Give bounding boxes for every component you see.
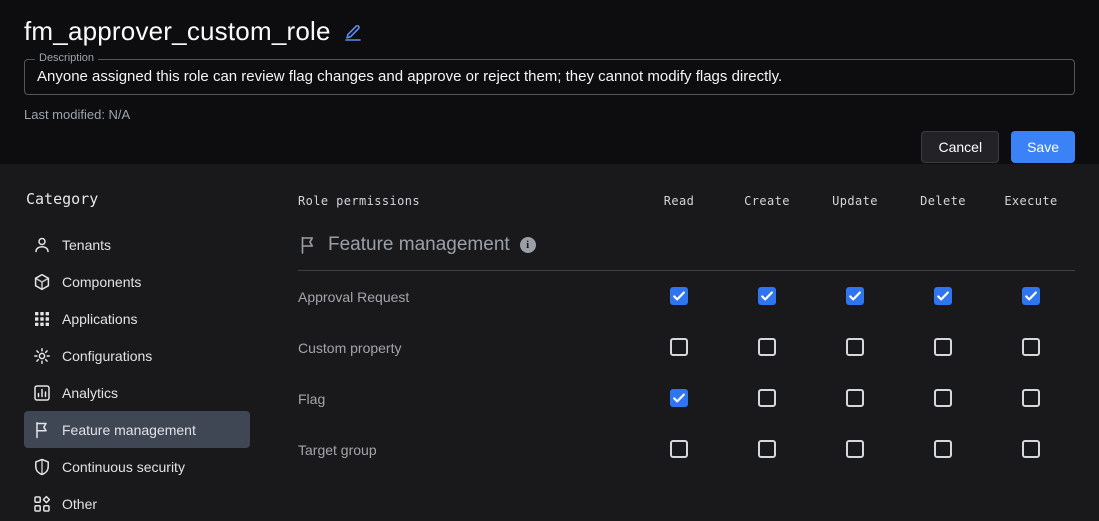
approval-request-delete-checkbox[interactable] [934,287,952,306]
sidebar-item-label: Tenants [62,236,112,253]
page-title: fm_approver_custom_role [24,15,331,46]
target-group-execute-checkbox[interactable] [1022,440,1040,459]
permission-cell [811,338,899,357]
permissions-table: Role permissions Read Create Update Delete E… [298,180,1075,521]
sidebar-item-configurations[interactable]: Configurations [24,337,250,374]
custom-property-update-checkbox[interactable] [846,338,864,357]
permission-cell [987,440,1075,459]
sidebar-item-label: Analytics [62,384,119,401]
flag-icon [298,235,318,255]
cancel-button[interactable]: Cancel [921,131,1000,163]
sidebar-item-label: Feature management [62,421,196,438]
permission-cell [635,389,723,408]
target-group-create-checkbox[interactable] [758,440,776,459]
category-sidebar: Category Tenants Components Applications Co… [24,180,250,521]
permissions-header-row: Role permissions Read Create Update Delete E… [298,194,1075,208]
permission-cell [723,287,811,306]
last-modified-text: Last modified: N/A [24,107,131,122]
person-icon [33,236,51,254]
permission-row-label: Target group [298,441,377,458]
permission-row-label: Flag [298,390,326,407]
sidebar-item-label: Configurations [62,347,153,364]
sidebar-item-feature-management[interactable]: Feature management [24,411,250,448]
gear-icon [33,347,51,365]
category-heading: Category [26,190,99,208]
permission-cell [811,287,899,306]
sidebar-item-label: Continuous security [62,458,185,475]
sidebar-item-continuous-security[interactable]: Continuous security [24,448,250,485]
permission-cell [811,389,899,408]
column-header-delete: Delete [920,194,966,208]
sidebar-item-analytics[interactable]: Analytics [24,374,250,411]
custom-property-execute-checkbox[interactable] [1022,338,1040,357]
permission-row-label: Approval Request [298,288,410,305]
flag-read-checkbox[interactable] [670,389,688,408]
column-header-execute: Execute [1004,194,1058,208]
permission-cell [635,338,723,357]
approval-request-create-checkbox[interactable] [758,287,776,306]
sidebar-item-applications[interactable]: Applications [24,300,250,337]
flag-create-checkbox[interactable] [758,389,776,408]
permission-cell [987,389,1075,408]
column-header-update: Update [832,194,878,208]
permission-cell [899,338,987,357]
permission-cell [723,338,811,357]
custom-property-read-checkbox[interactable] [670,338,688,357]
custom-property-create-checkbox[interactable] [758,338,776,357]
permission-row-target-group: Target group [298,424,1075,475]
column-header-read: Read [663,194,695,208]
approval-request-execute-checkbox[interactable] [1022,287,1040,306]
analytics-icon [33,384,51,402]
permission-cell [899,389,987,408]
sidebar-item-tenants[interactable]: Tenants [24,226,250,263]
permission-row-flag: Flag [298,373,1075,424]
section-title: Feature management [328,234,510,255]
permission-cell [899,287,987,306]
flag-delete-checkbox[interactable] [934,389,952,408]
target-group-update-checkbox[interactable] [846,440,864,459]
save-button[interactable]: Save [1011,131,1075,163]
flag-icon [33,421,51,439]
permission-cell [635,287,723,306]
section-title-row: Feature management i [298,234,1075,256]
approval-request-update-checkbox[interactable] [846,287,864,306]
main-content: Category Tenants Components Applications Co… [0,164,1099,521]
sidebar-item-label: Other [62,495,98,512]
permission-cell [723,389,811,408]
target-group-delete-checkbox[interactable] [934,440,952,459]
flag-update-checkbox[interactable] [846,389,864,408]
description-label: Description [35,52,99,64]
target-group-read-checkbox[interactable] [670,440,688,459]
permission-row-approval-request: Approval Request [298,271,1075,322]
permission-cell [811,440,899,459]
info-icon[interactable]: i [519,237,536,253]
permission-cell [987,338,1075,357]
role-permissions-heading: Role permissions [298,194,420,208]
approval-request-read-checkbox[interactable] [670,287,688,306]
permission-row-custom-property: Custom property [298,322,1075,373]
category-icon [33,495,51,513]
permission-cell [899,440,987,459]
flag-execute-checkbox[interactable] [1022,389,1040,408]
permission-cell [987,287,1075,306]
sidebar-item-label: Applications [62,310,138,327]
page-header: fm_approver_custom_role Description Last… [0,0,1099,164]
custom-property-delete-checkbox[interactable] [934,338,952,357]
sidebar-item-label: Components [62,273,142,290]
permission-row-label: Custom property [298,339,402,356]
sidebar-item-other[interactable]: Other [24,485,250,521]
edit-pencil-icon[interactable] [343,23,363,43]
shield-icon [33,458,51,476]
permission-rows: Approval Request Custom property Flag Targe… [298,271,1075,475]
column-header-create: Create [744,194,790,208]
component-icon [33,273,51,291]
permission-cell [635,440,723,459]
description-field: Description [24,52,1075,95]
category-list: Tenants Components Applications Configurati… [24,226,250,521]
description-input[interactable] [37,68,1062,85]
sidebar-item-components[interactable]: Components [24,263,250,300]
grid-icon [33,310,51,328]
permission-cell [723,440,811,459]
